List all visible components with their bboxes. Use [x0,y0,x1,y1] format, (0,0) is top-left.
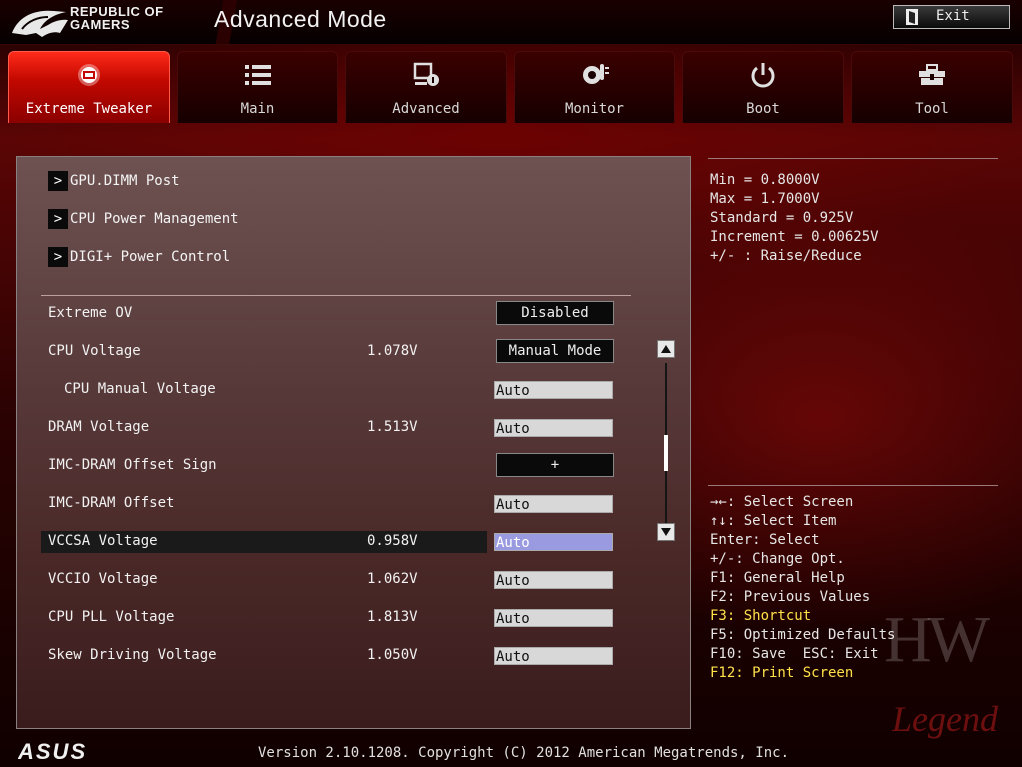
tweaker-icon [78,64,100,86]
asus-logo-text: ASUS [18,740,87,762]
advanced-icon [413,62,439,86]
setting-name: IMC-DRAM Offset [48,495,175,511]
scroll-down-button[interactable] [657,523,675,541]
help-line: ↑↓: Select Item [710,513,837,529]
tab-label: Monitor [564,101,624,117]
imc-dram-offset-sign-dropdown[interactable]: + [496,453,614,477]
submenu-label: DIGI+ Power Control [70,249,231,265]
asus-logo: ASUS [18,740,87,762]
cpu-voltage-dropdown[interactable]: Manual Mode [496,339,614,363]
submenu-digi-power-control[interactable]: > DIGI+ Power Control [48,247,230,267]
help-line: Enter: Select [710,532,820,548]
setting-row-imc-dram-offset[interactable]: IMC-DRAM Offset [41,493,487,515]
tab-advanced[interactable]: Advanced [345,51,507,123]
help-divider [708,485,998,486]
setting-value: 1.062V [367,571,418,587]
chevron-right-icon: > [48,171,68,191]
brand-text: REPUBLIC OF GAMERS [70,5,164,31]
tab-monitor[interactable]: Monitor [514,51,675,123]
watermark-line2: Legend [892,699,998,739]
setting-name: VCCIO Voltage [48,571,158,587]
vccio-voltage-input[interactable]: Auto [494,571,613,589]
setting-name: VCCSA Voltage [48,533,158,549]
tab-label: Extreme Tweaker [25,101,153,117]
setting-row-dram-voltage[interactable]: DRAM Voltage 1.513V [41,417,487,439]
exit-door-icon [906,9,918,25]
help-line: →←: Select Screen [710,494,854,510]
setting-value: 1.050V [367,647,418,663]
tab-extreme-tweaker[interactable]: Extreme Tweaker [8,51,170,123]
power-icon [751,63,775,88]
info-line: Min = 0.8000V [710,172,820,188]
setting-row-cpu-manual-voltage[interactable]: CPU Manual Voltage [41,379,487,401]
tool-icon [919,64,945,85]
setting-name: DRAM Voltage [48,419,150,435]
setting-row-cpu-voltage[interactable]: CPU Voltage 1.078V [41,341,487,363]
info-line: Standard = 0.925V [710,210,854,226]
tab-tool[interactable]: Tool [851,51,1013,123]
setting-row-extreme-ov[interactable]: Extreme OV [41,303,487,325]
setting-row-skew-driving-voltage[interactable]: Skew Driving Voltage 1.050V [41,645,487,667]
chevron-right-icon: > [48,247,68,267]
exit-label: Exit [936,8,970,24]
setting-value: 1.813V [367,609,418,625]
cpu-manual-voltage-input[interactable]: Auto [494,381,613,399]
chevron-right-icon: > [48,209,68,229]
footer-version: Version 2.10.1208. Copyright (C) 2012 Am… [258,745,790,761]
dram-voltage-input[interactable]: Auto [494,419,613,437]
tab-label: Boot [746,101,780,117]
setting-name: IMC-DRAM Offset Sign [48,457,217,473]
exit-button[interactable]: Exit [893,5,1010,29]
skew-driving-voltage-input[interactable]: Auto [494,647,613,665]
item-info: Min = 0.8000V Max = 1.7000V Standard = 0… [710,171,879,266]
setting-name: Skew Driving Voltage [48,647,217,663]
page-title: Advanced Mode [214,6,387,32]
setting-value: 0.958V [367,533,418,549]
tab-label: Main [240,101,275,117]
submenu-label: GPU.DIMM Post [70,173,180,189]
triangle-down-icon [661,528,671,536]
setting-row-cpu-pll-voltage[interactable]: CPU PLL Voltage 1.813V [41,607,487,629]
list-icon [244,65,271,85]
cpu-pll-voltage-input[interactable]: Auto [494,609,613,627]
extreme-ov-dropdown[interactable]: Disabled [496,301,614,325]
scrollbar-thumb[interactable] [664,435,668,471]
info-line: +/- : Raise/Reduce [710,248,862,264]
setting-name: CPU Voltage [48,343,141,359]
setting-name: CPU Manual Voltage [64,381,216,397]
tab-main[interactable]: Main [177,51,338,123]
submenu-cpu-power-management[interactable]: > CPU Power Management [48,209,239,229]
brand-line2: GAMERS [70,17,131,32]
setting-row-vccio-voltage[interactable]: VCCIO Voltage 1.062V [41,569,487,591]
vccsa-voltage-input[interactable]: Auto [494,533,613,551]
info-line: Max = 1.7000V [710,191,820,207]
setting-value: 1.078V [367,343,418,359]
info-line: Increment = 0.00625V [710,229,879,245]
watermark: HW Legend [862,598,1012,748]
imc-dram-offset-input[interactable]: Auto [494,495,613,513]
header-bar: REPUBLIC OF GAMERS Advanced Mode Exit [0,0,1022,45]
help-line: +/-: Change Opt. [710,551,845,567]
section-divider [41,295,631,296]
tab-boot[interactable]: Boot [682,51,844,123]
watermark-line1: HW [884,603,990,676]
tab-label: Advanced [392,101,460,117]
monitor-icon [582,64,609,84]
tab-label: Tool [915,101,949,117]
submenu-label: CPU Power Management [70,211,239,227]
setting-value: 1.513V [367,419,418,435]
submenu-gpu-dimm-post[interactable]: > GPU.DIMM Post [48,171,180,191]
info-divider [708,158,998,159]
setting-name: CPU PLL Voltage [48,609,175,625]
setting-name: Extreme OV [48,305,133,321]
help-line: F1: General Help [710,570,845,586]
scroll-up-button[interactable] [657,340,675,358]
settings-panel: > GPU.DIMM Post > CPU Power Management > DI… [16,156,691,729]
setting-row-imc-dram-offset-sign[interactable]: IMC-DRAM Offset Sign [41,455,487,477]
setting-row-vccsa-voltage[interactable]: VCCSA Voltage 0.958V [41,531,487,553]
triangle-up-icon [661,345,671,353]
